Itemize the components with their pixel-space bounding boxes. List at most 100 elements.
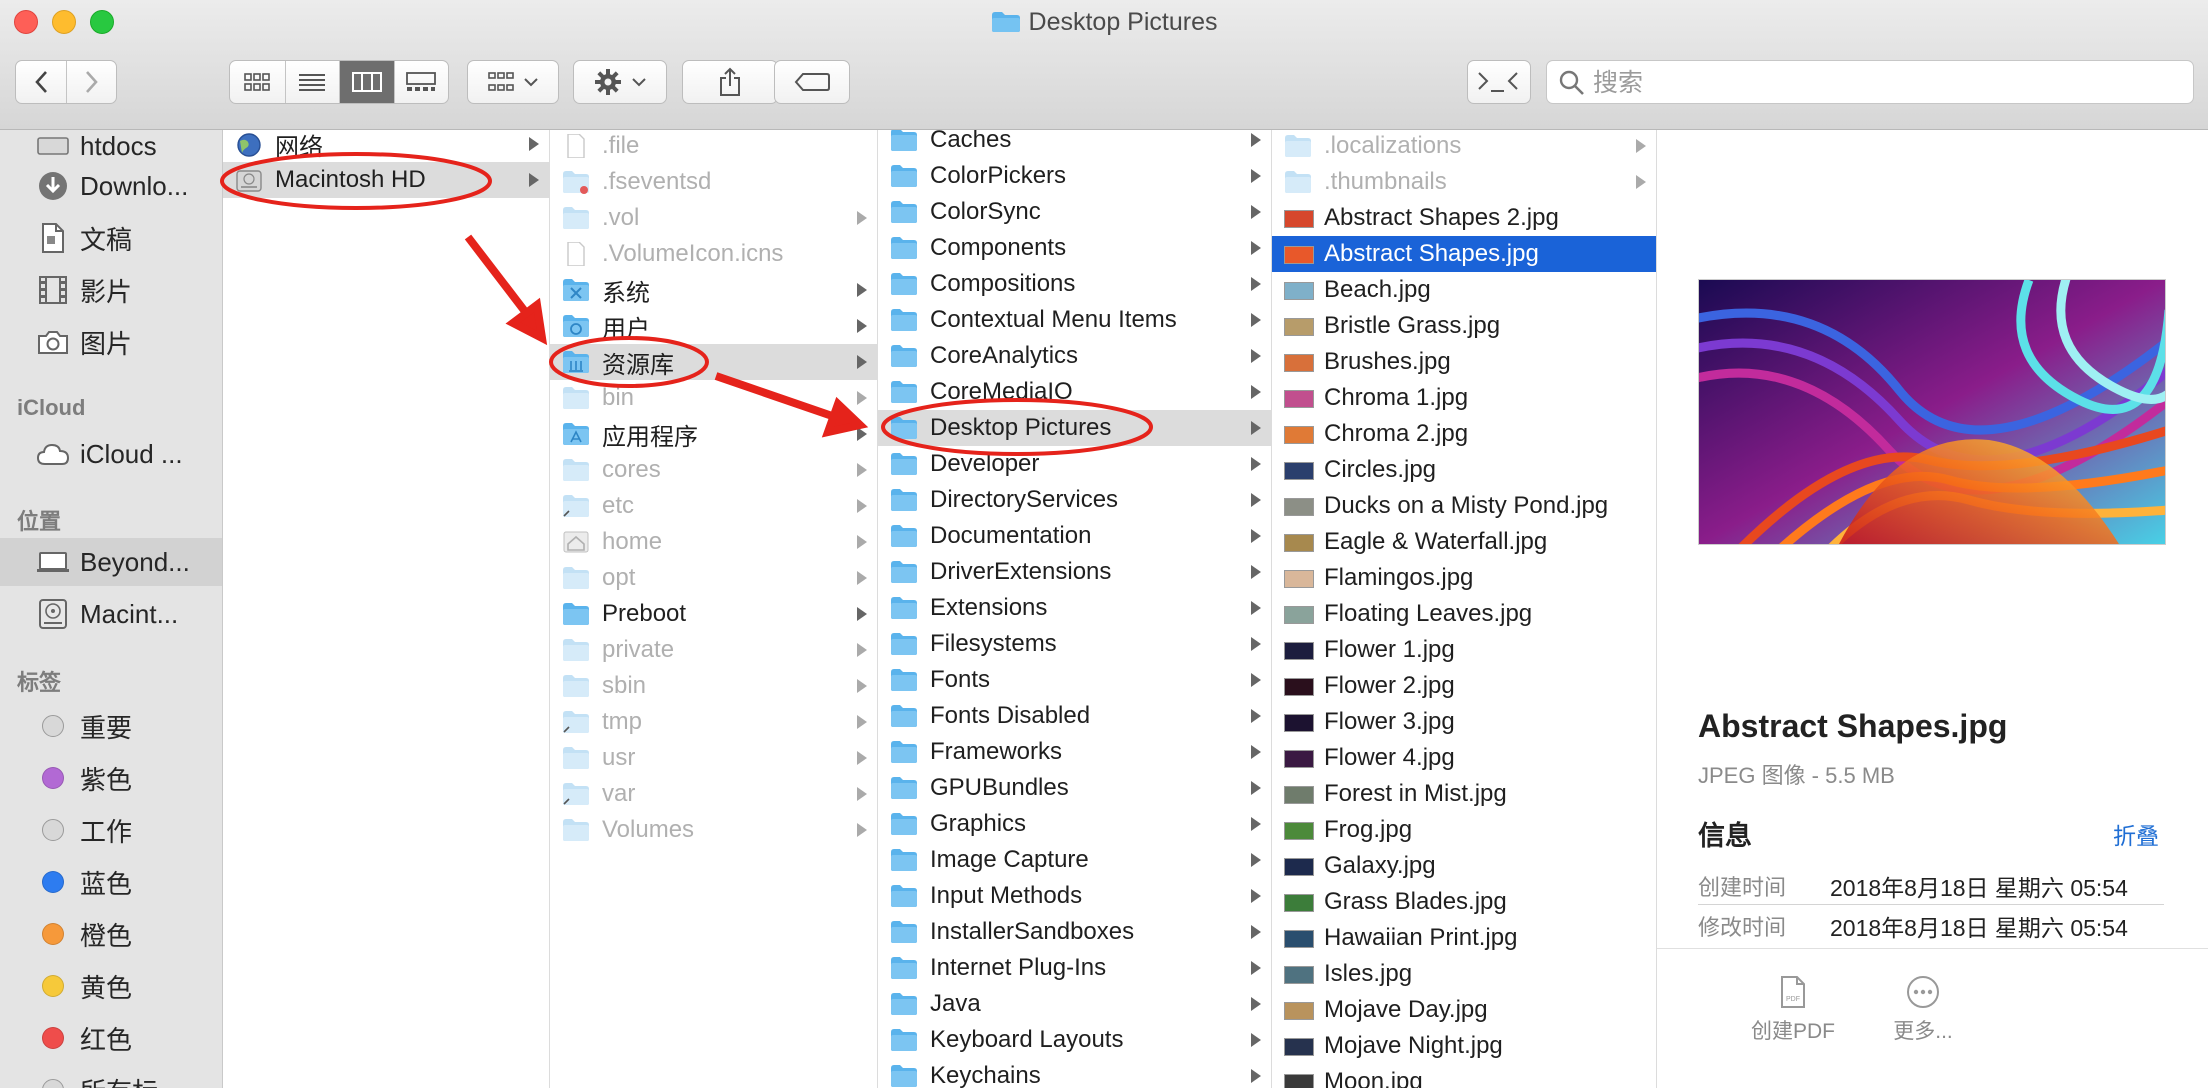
sidebar-item-beyond[interactable]: Beyond...	[0, 538, 222, 586]
folder-row[interactable]: .thumbnails	[1272, 164, 1656, 200]
file-row[interactable]: Circles.jpg	[1272, 452, 1656, 488]
file-row[interactable]: Flower 1.jpg	[1272, 632, 1656, 668]
file-row[interactable]: Grass Blades.jpg	[1272, 884, 1656, 920]
file-row[interactable]: Flamingos.jpg	[1272, 560, 1656, 596]
file-row[interactable]: Brushes.jpg	[1272, 344, 1656, 380]
folder-row[interactable]: Desktop Pictures	[878, 410, 1271, 446]
folder-row[interactable]: Contextual Menu Items	[878, 302, 1271, 338]
file-row[interactable]: Forest in Mist.jpg	[1272, 776, 1656, 812]
more-button[interactable]: 更多...	[1853, 975, 1993, 1045]
gallery-view-button[interactable]	[393, 61, 449, 103]
folder-row[interactable]: Input Methods	[878, 878, 1271, 914]
icon-view-button[interactable]	[230, 61, 285, 103]
folder-row[interactable]: Caches	[878, 130, 1271, 158]
folder-row[interactable]: Developer	[878, 446, 1271, 482]
file-row[interactable]: Galaxy.jpg	[1272, 848, 1656, 884]
sidebar-item-documents[interactable]: 文稿	[0, 214, 222, 262]
file-row[interactable]: Flower 2.jpg	[1272, 668, 1656, 704]
sidebar-tag-item[interactable]: 红色	[0, 1014, 222, 1062]
folder-row[interactable]: .vol	[550, 200, 877, 236]
folder-row[interactable]: .file	[550, 130, 877, 164]
file-row[interactable]: Bristle Grass.jpg	[1272, 308, 1656, 344]
folder-row[interactable]: 资源库	[550, 344, 877, 380]
folder-row[interactable]: Frameworks	[878, 734, 1271, 770]
create-pdf-button[interactable]: PDF 创建PDF	[1723, 975, 1863, 1045]
folder-row[interactable]: .VolumeIcon.icns	[550, 236, 877, 272]
file-row[interactable]: Hawaiian Print.jpg	[1272, 920, 1656, 956]
folder-row[interactable]: Extensions	[878, 590, 1271, 626]
folder-row[interactable]: GPUBundles	[878, 770, 1271, 806]
folder-row[interactable]: Filesystems	[878, 626, 1271, 662]
back-button[interactable]	[16, 61, 66, 103]
share-button[interactable]	[682, 60, 778, 104]
column-view-button[interactable]	[339, 61, 394, 103]
sidebar-item-movies[interactable]: 影片	[0, 266, 222, 314]
file-row[interactable]: Chroma 2.jpg	[1272, 416, 1656, 452]
folder-row[interactable]: Keychains	[878, 1058, 1271, 1088]
sidebar-tag-item[interactable]: 工作	[0, 806, 222, 854]
folder-row[interactable]: Java	[878, 986, 1271, 1022]
sidebar-item-downloads[interactable]: Downlo...	[0, 162, 222, 210]
folder-row[interactable]: 用户	[550, 308, 877, 344]
file-row[interactable]: Flower 4.jpg	[1272, 740, 1656, 776]
file-row[interactable]: Flower 3.jpg	[1272, 704, 1656, 740]
folder-row[interactable]: Macintosh HD	[223, 162, 549, 198]
collapse-link[interactable]: 折叠	[2113, 817, 2159, 851]
file-row[interactable]: Frog.jpg	[1272, 812, 1656, 848]
folder-row[interactable]: 系统	[550, 272, 877, 308]
folder-row[interactable]: DriverExtensions	[878, 554, 1271, 590]
folder-row[interactable]: Fonts	[878, 662, 1271, 698]
file-row[interactable]: Mojave Day.jpg	[1272, 992, 1656, 1028]
sidebar-item-macintosh[interactable]: Macint...	[0, 590, 222, 638]
file-row[interactable]: Chroma 1.jpg	[1272, 380, 1656, 416]
sidebar-tag-item[interactable]: 重要	[0, 702, 222, 750]
terminal-button[interactable]	[1467, 60, 1531, 104]
folder-row[interactable]: sbin	[550, 668, 877, 704]
folder-row[interactable]: Fonts Disabled	[878, 698, 1271, 734]
folder-row[interactable]: usr	[550, 740, 877, 776]
folder-row[interactable]: Image Capture	[878, 842, 1271, 878]
folder-row[interactable]: Compositions	[878, 266, 1271, 302]
file-row[interactable]: Beach.jpg	[1272, 272, 1656, 308]
edit-tags-button[interactable]	[774, 60, 850, 104]
search-field[interactable]	[1546, 60, 2194, 104]
group-by-button[interactable]	[467, 60, 559, 104]
sidebar-item-icloud-drive[interactable]: iCloud ...	[0, 430, 222, 478]
file-row[interactable]: Mojave Night.jpg	[1272, 1028, 1656, 1064]
folder-row[interactable]: opt	[550, 560, 877, 596]
sidebar-tag-item[interactable]: 紫色	[0, 754, 222, 802]
folder-row[interactable]: private	[550, 632, 877, 668]
search-input[interactable]	[1591, 65, 2185, 101]
folder-row[interactable]: CoreMediaIO	[878, 374, 1271, 410]
folder-row[interactable]: home	[550, 524, 877, 560]
file-row[interactable]: Eagle & Waterfall.jpg	[1272, 524, 1656, 560]
folder-row[interactable]: 网络	[223, 130, 549, 162]
folder-row[interactable]: var	[550, 776, 877, 812]
folder-row[interactable]: .localizations	[1272, 130, 1656, 164]
folder-row[interactable]: ColorSync	[878, 194, 1271, 230]
folder-row[interactable]: 应用程序	[550, 416, 877, 452]
folder-row[interactable]: tmp	[550, 704, 877, 740]
folder-row[interactable]: bin	[550, 380, 877, 416]
file-row[interactable]: Abstract Shapes.jpg	[1272, 236, 1656, 272]
folder-row[interactable]: InstallerSandboxes	[878, 914, 1271, 950]
sidebar-tag-item[interactable]: 黄色	[0, 962, 222, 1010]
folder-row[interactable]: CoreAnalytics	[878, 338, 1271, 374]
folder-row[interactable]: Graphics	[878, 806, 1271, 842]
folder-row[interactable]: Preboot	[550, 596, 877, 632]
folder-row[interactable]: DirectoryServices	[878, 482, 1271, 518]
folder-row[interactable]: Volumes	[550, 812, 877, 848]
file-row[interactable]: Isles.jpg	[1272, 956, 1656, 992]
folder-row[interactable]: Components	[878, 230, 1271, 266]
file-row[interactable]: Abstract Shapes 2.jpg	[1272, 200, 1656, 236]
sidebar-tag-item[interactable]: 蓝色	[0, 858, 222, 906]
folder-row[interactable]: ColorPickers	[878, 158, 1271, 194]
sidebar-tag-item[interactable]: 所有标	[0, 1066, 222, 1088]
action-menu-button[interactable]	[573, 60, 667, 104]
forward-button[interactable]	[66, 61, 116, 103]
list-view-button[interactable]	[284, 61, 340, 103]
folder-row[interactable]: Documentation	[878, 518, 1271, 554]
sidebar-tag-item[interactable]: 橙色	[0, 910, 222, 958]
sidebar-item-pictures[interactable]: 图片	[0, 318, 222, 366]
folder-row[interactable]: etc	[550, 488, 877, 524]
